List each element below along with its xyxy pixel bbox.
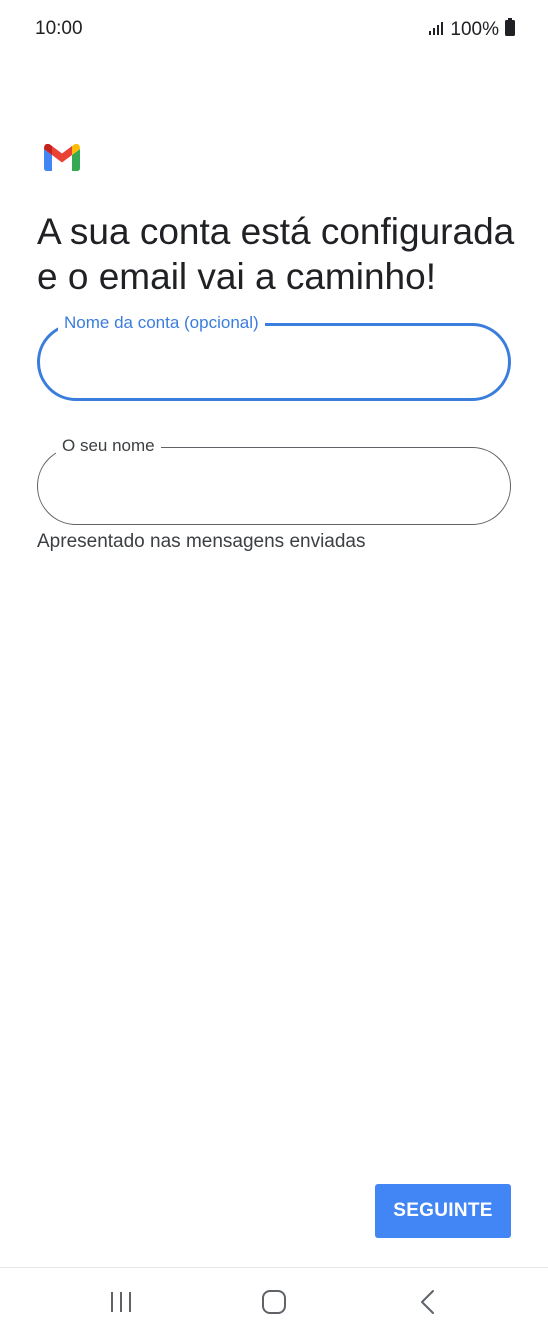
next-button[interactable]: SEGUINTE xyxy=(375,1184,511,1238)
back-button[interactable] xyxy=(388,1268,468,1340)
page-title: A sua conta está configurada e o email v… xyxy=(37,211,515,297)
recent-apps-button[interactable] xyxy=(81,1268,161,1340)
system-navigation-bar xyxy=(0,1267,548,1339)
status-indicators: 100% xyxy=(428,18,515,42)
signal-bars-icon xyxy=(428,19,444,41)
gmail-logo xyxy=(44,143,80,171)
account-name-label: Nome da conta (opcional) xyxy=(58,312,265,334)
your-name-input[interactable] xyxy=(38,448,510,524)
your-name-field[interactable]: O seu nome xyxy=(37,435,511,525)
home-button[interactable] xyxy=(234,1268,314,1340)
status-bar: 10:00 100% xyxy=(0,0,548,60)
battery-percentage: 100% xyxy=(450,19,499,40)
your-name-helper-text: Apresentado nas mensagens enviadas xyxy=(37,531,366,552)
account-name-field[interactable]: Nome da conta (opcional) xyxy=(37,312,511,401)
recent-apps-icon xyxy=(109,1291,133,1318)
your-name-label: O seu nome xyxy=(56,435,161,457)
status-time: 10:00 xyxy=(35,18,83,39)
battery-full-icon xyxy=(505,18,515,42)
back-icon xyxy=(419,1289,437,1320)
account-name-input[interactable] xyxy=(40,326,508,398)
home-icon xyxy=(261,1289,287,1320)
